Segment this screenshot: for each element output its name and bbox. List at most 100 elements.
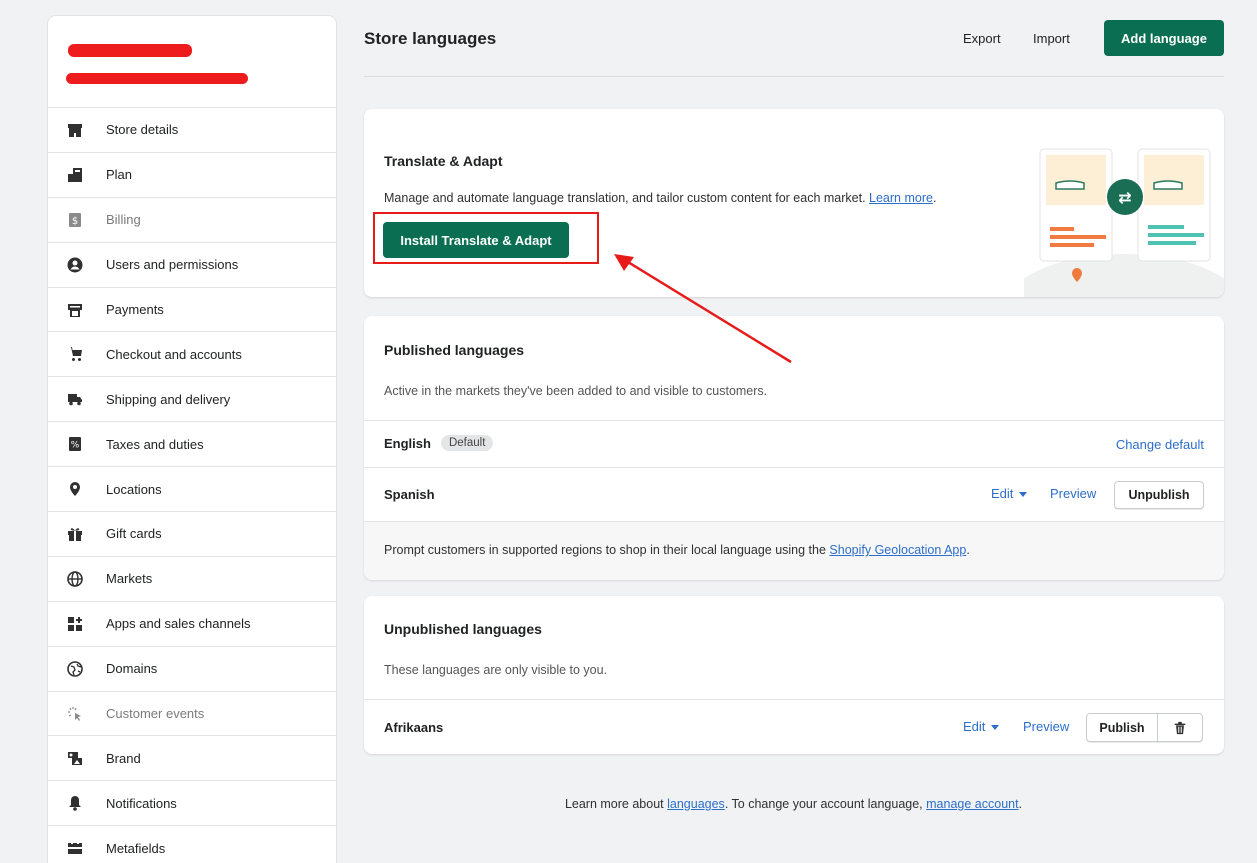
- edit-dropdown[interactable]: Edit: [963, 719, 1000, 734]
- billing-icon: $: [66, 211, 84, 229]
- sidebar-item-locations[interactable]: Locations: [48, 467, 336, 513]
- sidebar-item-metafields[interactable]: Metafields: [48, 826, 336, 863]
- sidebar-item-shipping[interactable]: Shipping and delivery: [48, 377, 336, 423]
- translate-adapt-description: Manage and automate language translation…: [384, 191, 937, 205]
- sidebar-item-label: Shipping and delivery: [106, 391, 231, 407]
- redacted-store-name: [68, 44, 192, 57]
- description-text: Manage and automate language translation…: [384, 191, 866, 205]
- user-icon: [66, 256, 84, 274]
- truck-icon: [66, 390, 84, 408]
- sidebar-item-brand[interactable]: Brand: [48, 736, 336, 782]
- preview-link[interactable]: Preview: [1023, 719, 1069, 734]
- language-row-english: English Default Change default: [364, 420, 1224, 467]
- globe-icon: [66, 570, 84, 588]
- prompt-end: .: [966, 543, 970, 557]
- metafields-icon: [66, 839, 84, 857]
- sidebar-item-store-details[interactable]: Store details: [48, 108, 336, 153]
- edit-label: Edit: [991, 486, 1014, 501]
- payments-icon: [66, 301, 84, 319]
- chevron-down-icon: [1019, 492, 1028, 498]
- import-button[interactable]: Import: [1033, 31, 1070, 46]
- header-divider: [364, 76, 1224, 77]
- add-language-button[interactable]: Add language: [1104, 20, 1224, 56]
- language-name: English: [384, 435, 431, 451]
- language-name: Spanish: [384, 487, 435, 502]
- sidebar-item-users[interactable]: Users and permissions: [48, 243, 336, 288]
- unpublished-languages-title: Unpublished languages: [384, 621, 542, 637]
- delete-button[interactable]: [1157, 713, 1203, 742]
- sidebar-item-label: Metafields: [106, 840, 166, 856]
- sidebar-item-taxes[interactable]: % Taxes and duties: [48, 422, 336, 468]
- trash-icon: [1174, 721, 1186, 734]
- geolocation-prompt: Prompt customers in supported regions to…: [364, 521, 1224, 580]
- gift-icon: [66, 525, 84, 543]
- sidebar-item-apps[interactable]: Apps and sales channels: [48, 602, 336, 647]
- prompt-text: Prompt customers in supported regions to…: [384, 543, 826, 557]
- sidebar-item-label: Domains: [106, 661, 158, 677]
- sidebar-item-label: Taxes and duties: [106, 436, 204, 452]
- geolocation-app-link[interactable]: Shopify Geolocation App: [829, 543, 966, 557]
- redacted-store-url: [66, 73, 248, 84]
- sidebar-item-label: Plan: [106, 167, 133, 183]
- manage-account-link[interactable]: manage account: [926, 797, 1018, 811]
- footer-prefix: Learn more about: [564, 797, 664, 811]
- edit-dropdown[interactable]: Edit: [991, 486, 1028, 501]
- learn-more-link[interactable]: Learn more: [869, 191, 933, 205]
- footer-suffix: .: [1018, 797, 1023, 811]
- sidebar-item-payments[interactable]: Payments: [48, 288, 336, 333]
- export-button[interactable]: Export: [963, 31, 1001, 46]
- published-languages-subtitle: Active in the markets they've been added…: [384, 384, 768, 398]
- language-row-afrikaans: Afrikaans Edit Preview Publish: [364, 699, 1224, 754]
- edit-label: Edit: [963, 719, 986, 734]
- language-name: Afrikaans: [384, 720, 444, 735]
- translate-adapt-card: Translate & Adapt Manage and automate la…: [364, 109, 1224, 297]
- sidebar-item-customer-events[interactable]: Customer events: [48, 692, 336, 737]
- settings-sidebar: Store details Plan $ Billing Users and p…: [48, 16, 336, 863]
- svg-text:%: %: [71, 441, 80, 451]
- unpublished-languages-card: Unpublished languages These languages ar…: [364, 596, 1224, 754]
- brand-icon: [66, 749, 84, 767]
- translate-illustration: ⇄: [1024, 148, 1224, 297]
- preview-link[interactable]: Preview: [1050, 486, 1096, 501]
- sidebar-item-domains[interactable]: Domains: [48, 647, 336, 692]
- sidebar-item-label: Locations: [106, 481, 162, 497]
- footer-help-text: Learn more about languages. To change yo…: [0, 797, 1257, 811]
- sidebar-item-label: Payments: [106, 302, 164, 317]
- sidebar-item-label: Markets: [106, 571, 153, 587]
- published-languages-title: Published languages: [384, 342, 525, 358]
- store-header[interactable]: [48, 16, 336, 108]
- change-default-link[interactable]: Change default: [1116, 437, 1204, 452]
- sidebar-item-label: Brand: [106, 750, 141, 766]
- sidebar-item-label: Users and permissions: [106, 257, 239, 273]
- tax-icon: %: [66, 435, 84, 453]
- sidebar-item-label: Store details: [106, 122, 179, 138]
- sidebar-item-gift-cards[interactable]: Gift cards: [48, 512, 336, 557]
- cart-icon: [66, 345, 84, 363]
- annotation-highlight-box: [373, 212, 599, 264]
- svg-text:⇄: ⇄: [1118, 188, 1131, 207]
- languages-link[interactable]: languages: [667, 797, 725, 811]
- domains-icon: [66, 660, 84, 678]
- sidebar-item-label: Checkout and accounts: [106, 346, 242, 362]
- sidebar-item-markets[interactable]: Markets: [48, 557, 336, 602]
- page-title: Store languages: [364, 29, 497, 48]
- translate-adapt-title: Translate & Adapt: [384, 153, 503, 169]
- cursor-icon: [66, 705, 84, 723]
- sidebar-item-label: Billing: [106, 212, 141, 228]
- unpublish-button[interactable]: Unpublish: [1114, 481, 1204, 509]
- footer-middle: . To change your account language,: [724, 797, 923, 811]
- unpublished-languages-subtitle: These languages are only visible to you.: [384, 663, 608, 677]
- sidebar-item-checkout[interactable]: Checkout and accounts: [48, 332, 336, 378]
- sidebar-item-plan[interactable]: Plan: [48, 153, 336, 198]
- apps-icon: [66, 615, 84, 633]
- publish-button[interactable]: Publish: [1086, 713, 1158, 742]
- sidebar-item-label: Gift cards: [106, 526, 162, 542]
- svg-text:$: $: [72, 216, 78, 227]
- published-languages-card: Published languages Active in the market…: [364, 316, 1224, 580]
- default-badge: Default: [440, 435, 494, 451]
- store-icon: [66, 121, 84, 139]
- sidebar-item-billing[interactable]: $ Billing: [48, 198, 336, 243]
- sidebar-item-label: Customer events: [106, 706, 205, 722]
- location-icon: [66, 480, 84, 498]
- sidebar-item-label: Apps and sales channels: [106, 616, 251, 632]
